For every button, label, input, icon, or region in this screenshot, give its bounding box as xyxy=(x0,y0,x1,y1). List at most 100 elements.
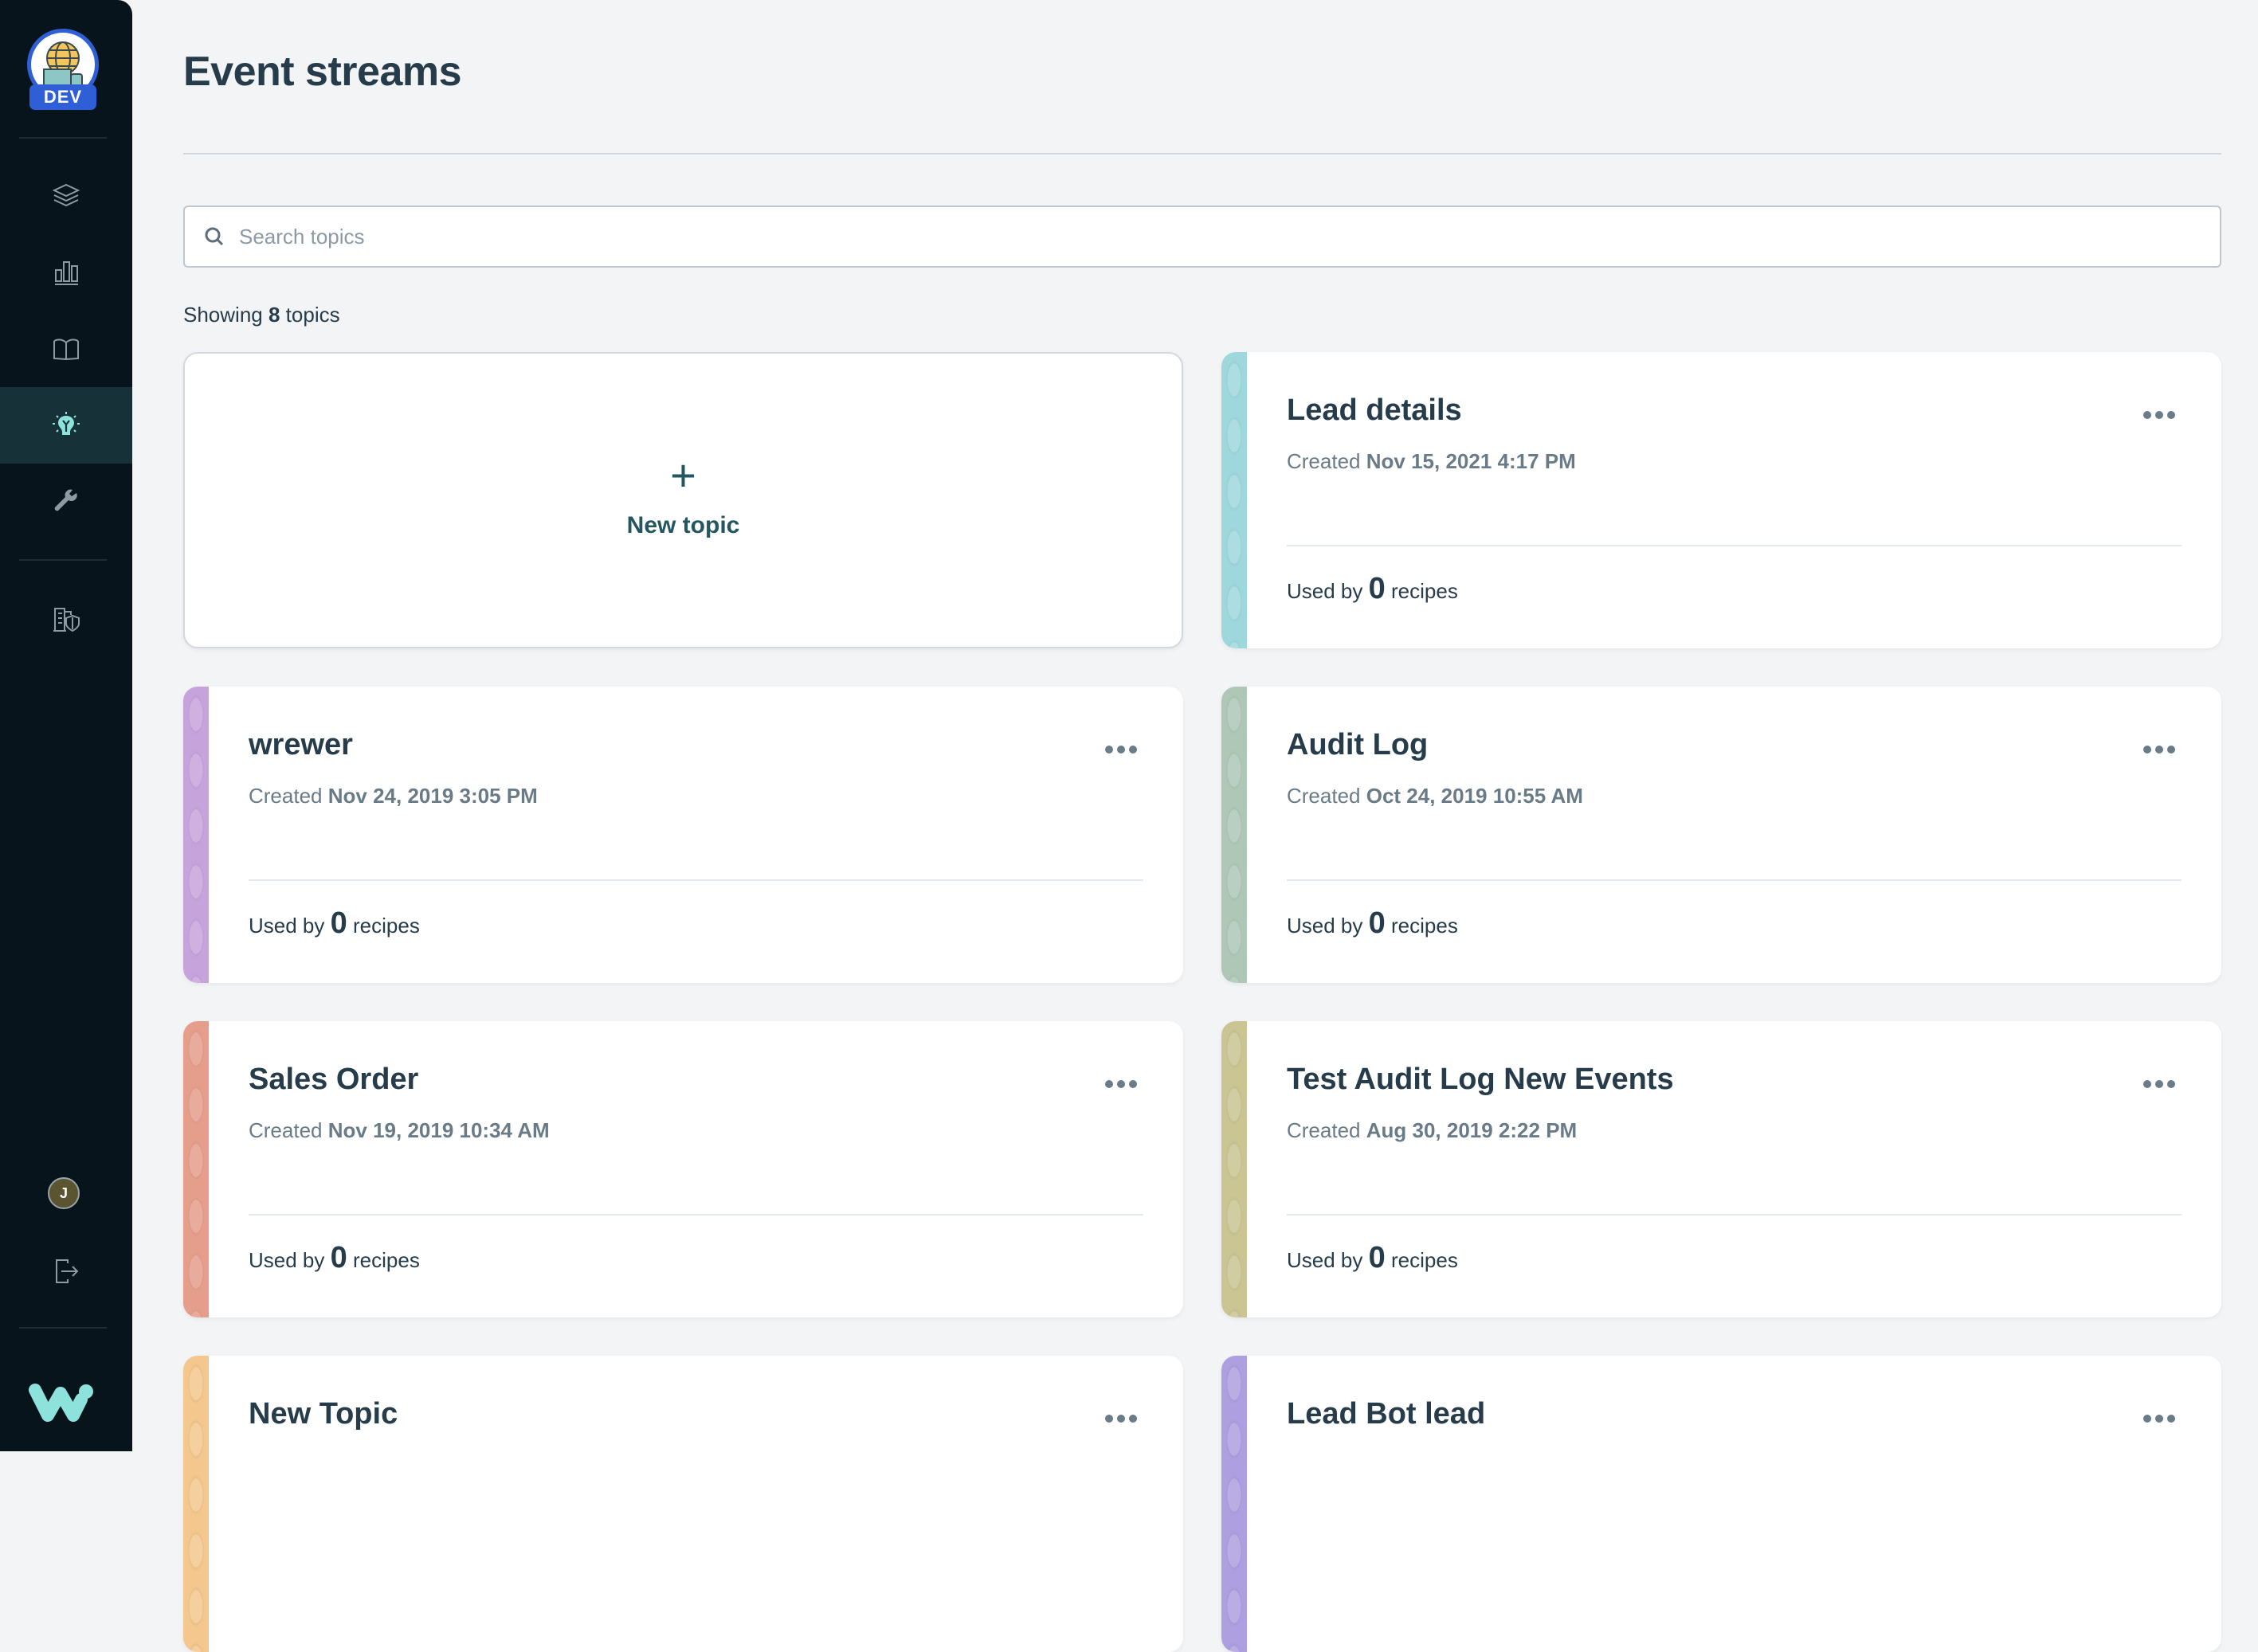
topic-card[interactable]: New Topic xyxy=(183,1356,1183,1652)
sidebar-divider xyxy=(19,559,107,561)
topic-title[interactable]: wrewer xyxy=(249,728,353,762)
user-avatar[interactable]: J xyxy=(48,1177,80,1209)
topic-color-strip xyxy=(1221,1356,1247,1652)
created-label: Created xyxy=(249,784,323,808)
sidebar-item-tools[interactable] xyxy=(0,464,132,540)
topic-card[interactable]: Sales Order Created Nov 19, 2019 10:34 A… xyxy=(183,1021,1183,1317)
recipe-count: 0 xyxy=(330,906,347,940)
topic-color-strip xyxy=(183,1021,209,1317)
created-label: Created xyxy=(249,1118,323,1142)
bar-chart-icon xyxy=(55,261,78,285)
created-label: Created xyxy=(1287,784,1361,808)
created-date: Nov 15, 2021 4:17 PM xyxy=(1366,449,1576,473)
topic-usage: Used by 0 recipes xyxy=(249,906,420,941)
search-icon xyxy=(205,227,224,246)
recipes-label: recipes xyxy=(353,1248,420,1272)
card-divider xyxy=(1287,545,2182,546)
sidebar: DEV J xyxy=(0,0,132,1451)
topic-card[interactable]: Test Audit Log New Events Created Aug 30… xyxy=(1221,1021,2221,1317)
topic-title[interactable]: Test Audit Log New Events xyxy=(1287,1063,1674,1097)
topic-created: Created Nov 19, 2019 10:34 AM xyxy=(249,1118,550,1143)
topic-usage: Used by 0 recipes xyxy=(1287,906,1458,941)
topic-usage: Used by 0 recipes xyxy=(1287,1241,1458,1275)
new-topic-label: New topic xyxy=(626,512,740,538)
topic-color-strip xyxy=(1221,1021,1247,1317)
topic-color-strip xyxy=(1221,687,1247,983)
used-by-label: Used by xyxy=(1287,1248,1363,1272)
sidebar-item-docs[interactable] xyxy=(0,311,132,387)
recipes-label: recipes xyxy=(1391,1248,1458,1272)
more-options-icon[interactable] xyxy=(2138,741,2180,758)
recipes-label: recipes xyxy=(1391,914,1458,938)
topics-grid: + New topic Lead details Created Nov 15,… xyxy=(183,352,2221,1652)
count-prefix: Showing xyxy=(183,303,263,327)
layers-icon xyxy=(52,183,80,207)
env-badge: DEV xyxy=(29,84,96,110)
logout-icon xyxy=(56,1259,79,1283)
card-divider xyxy=(249,1214,1143,1216)
topic-card[interactable]: wrewer Created Nov 24, 2019 3:05 PM Used… xyxy=(183,687,1183,983)
topic-title[interactable]: Lead details xyxy=(1287,393,1462,428)
created-date: Nov 19, 2019 10:34 AM xyxy=(327,1118,550,1142)
topic-title[interactable]: New Topic xyxy=(249,1397,398,1431)
more-options-icon[interactable] xyxy=(1100,741,1142,758)
topic-title[interactable]: Sales Order xyxy=(249,1063,418,1097)
created-label: Created xyxy=(1287,1118,1361,1142)
topic-title[interactable]: Lead Bot lead xyxy=(1287,1397,1485,1431)
sidebar-item-logout[interactable] xyxy=(0,1233,132,1309)
more-options-icon[interactable] xyxy=(2138,1075,2180,1093)
sidebar-item-admin[interactable] xyxy=(0,581,132,658)
building-shield-icon xyxy=(53,608,80,632)
more-options-icon[interactable] xyxy=(1100,1075,1142,1093)
card-divider xyxy=(1287,879,2182,881)
used-by-label: Used by xyxy=(1287,914,1363,938)
topic-card[interactable]: Audit Log Created Oct 24, 2019 10:55 AM … xyxy=(1221,687,2221,983)
topic-card[interactable]: Lead Bot lead xyxy=(1221,1356,2221,1652)
book-open-icon xyxy=(53,339,79,361)
topic-color-strip xyxy=(183,1356,209,1652)
topic-usage: Used by 0 recipes xyxy=(1287,572,1458,606)
recipe-count: 0 xyxy=(1368,906,1386,940)
count-value: 8 xyxy=(268,303,280,327)
topic-created: Created Aug 30, 2019 2:22 PM xyxy=(1287,1118,1577,1143)
more-options-icon[interactable] xyxy=(2138,1410,2180,1427)
topic-created: Created Nov 15, 2021 4:17 PM xyxy=(1287,449,1576,474)
recipe-count: 0 xyxy=(1368,572,1386,605)
created-date: Nov 24, 2019 3:05 PM xyxy=(327,784,538,808)
used-by-label: Used by xyxy=(249,914,325,938)
used-by-label: Used by xyxy=(249,1248,325,1272)
search-box[interactable] xyxy=(183,206,2221,268)
used-by-label: Used by xyxy=(1287,579,1363,603)
recipes-label: recipes xyxy=(1391,579,1458,603)
topic-usage: Used by 0 recipes xyxy=(249,1241,420,1275)
topic-title[interactable]: Audit Log xyxy=(1287,728,1428,762)
new-topic-card[interactable]: + New topic xyxy=(183,352,1183,648)
workato-logo-icon[interactable] xyxy=(29,1382,96,1423)
created-date: Aug 30, 2019 2:22 PM xyxy=(1366,1118,1578,1142)
created-date: Oct 24, 2019 10:55 AM xyxy=(1366,784,1583,808)
workspace-logo[interactable]: DEV xyxy=(27,29,99,112)
plus-icon: + xyxy=(670,450,696,500)
topic-color-strip xyxy=(1221,352,1247,648)
created-label: Created xyxy=(1287,449,1361,473)
sidebar-item-event-streams[interactable] xyxy=(0,387,132,464)
sidebar-item-projects[interactable] xyxy=(0,158,132,234)
sidebar-item-dashboard[interactable] xyxy=(0,234,132,311)
wrench-icon xyxy=(54,489,77,511)
card-divider xyxy=(1287,1214,2182,1216)
topic-created: Created Nov 24, 2019 3:05 PM xyxy=(249,784,538,808)
count-suffix: topics xyxy=(285,303,340,327)
topic-card[interactable]: Lead details Created Nov 15, 2021 4:17 P… xyxy=(1221,352,2221,648)
topic-created: Created Oct 24, 2019 10:55 AM xyxy=(1287,784,1583,808)
more-options-icon[interactable] xyxy=(2138,406,2180,424)
lightbulb-icon xyxy=(53,412,80,435)
sidebar-divider xyxy=(19,1327,107,1329)
search-input[interactable] xyxy=(239,224,2151,249)
topic-color-strip xyxy=(183,687,209,983)
sidebar-divider xyxy=(19,137,107,139)
page-title: Event streams xyxy=(183,49,462,95)
card-divider xyxy=(249,879,1143,881)
topics-count: Showing 8 topics xyxy=(183,303,340,327)
more-options-icon[interactable] xyxy=(1100,1410,1142,1427)
header-divider xyxy=(183,153,2221,155)
